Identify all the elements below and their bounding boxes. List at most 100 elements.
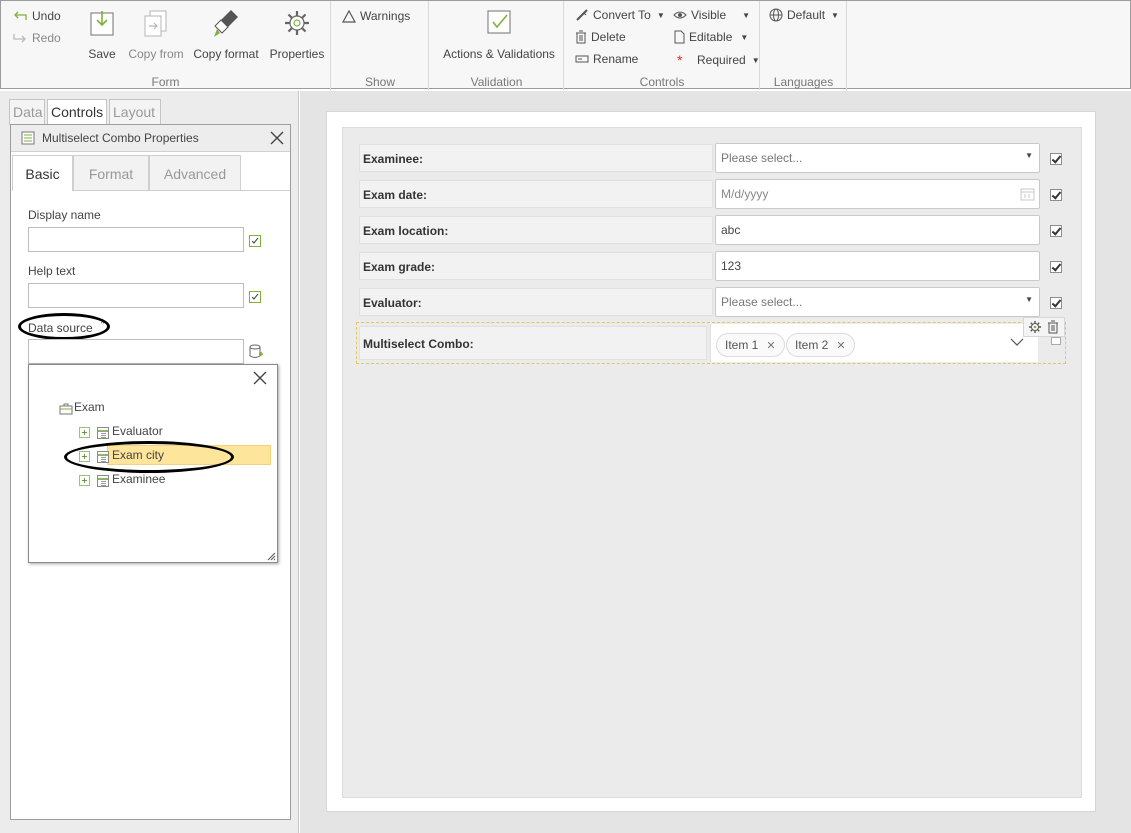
save-label: Save [88, 47, 116, 61]
remove-tag-icon[interactable]: ✕ [766, 340, 775, 352]
multiselect-combo-label: Multiselect Combo: [359, 326, 707, 360]
copy-format-button[interactable]: Copy format [191, 7, 261, 61]
examinee-value: Please select... [721, 151, 803, 165]
annotation-ellipse [18, 313, 110, 340]
undo-icon [14, 11, 27, 20]
copy-from-button[interactable]: Copy from [125, 7, 187, 61]
resize-grip-icon[interactable] [267, 552, 276, 561]
multiselect-tag[interactable]: Item 1 ✕ [716, 333, 785, 357]
table-icon [97, 427, 109, 439]
display-name-field[interactable] [28, 227, 244, 252]
expand-icon[interactable] [79, 475, 90, 486]
tab-advanced[interactable]: Advanced [149, 155, 241, 191]
tree-root-exam[interactable]: Exam [74, 400, 105, 414]
rename-button[interactable]: Rename [575, 52, 638, 66]
tab-format[interactable]: Format [73, 155, 149, 191]
expand-icon[interactable] [79, 427, 90, 438]
form-group: Undo Redo Save Copy from Copy format Pro… [1, 1, 331, 90]
globe-icon [769, 8, 783, 22]
actions-validations-button[interactable]: Actions & Validations [442, 7, 556, 61]
trash-icon[interactable] [1047, 320, 1059, 334]
exam-grade-label: Exam grade: [359, 252, 713, 280]
properties-label: Properties [269, 47, 325, 61]
control-toolbar [1023, 317, 1065, 337]
multiselect-tag[interactable]: Item 2 ✕ [786, 333, 855, 357]
show-group: Warnings Show [332, 1, 429, 90]
help-text-label: Help text [28, 264, 76, 278]
calendar-icon[interactable] [1020, 187, 1035, 201]
exam-location-field[interactable]: abc [715, 215, 1040, 245]
ruler-pencil-icon [576, 9, 588, 21]
help-text-field[interactable] [28, 283, 244, 308]
examinee-dropdown[interactable]: Please select... ▼ [715, 143, 1040, 173]
tab-basic[interactable]: Basic [12, 155, 73, 191]
visible-button[interactable]: Visible ▼ [673, 8, 750, 22]
undo-button[interactable]: Undo [12, 9, 61, 23]
exam-date-checkbox[interactable] [1050, 189, 1062, 201]
warnings-label: Warnings [360, 9, 411, 23]
warning-triangle-icon [342, 9, 356, 23]
exam-grade-value: 123 [721, 259, 742, 273]
tab-data[interactable]: Data [9, 99, 45, 125]
convert-to-button[interactable]: Convert To ▼ [575, 8, 665, 22]
exam-grade-checkbox[interactable] [1050, 261, 1062, 273]
paintbrush-icon [214, 10, 238, 37]
form-group-label: Form [151, 75, 180, 89]
tab-layout[interactable]: Layout [109, 99, 161, 125]
asterisk-icon: * [677, 52, 683, 68]
warnings-button[interactable]: Warnings [342, 9, 410, 23]
controls-group: Convert To ▼ Delete Rename Visible ▼ Edita… [565, 1, 760, 90]
remove-tag-icon[interactable]: ✕ [836, 340, 845, 352]
tab-controls[interactable]: Controls [47, 99, 107, 125]
multiselect-tag-label: Item 1 [725, 338, 759, 352]
data-source-field[interactable] [28, 339, 244, 364]
examinee-checkbox[interactable] [1050, 153, 1062, 165]
exam-grade-field[interactable]: 123 [715, 251, 1040, 281]
database-add-icon[interactable] [249, 344, 263, 360]
gear-icon[interactable] [1028, 320, 1042, 334]
editable-button[interactable]: Editable ▼ [673, 30, 748, 44]
evaluator-label: Evaluator: [359, 288, 713, 316]
resize-handle[interactable] [1051, 337, 1061, 345]
multiselect-combo-field[interactable]: Item 1 ✕ Item 2 ✕ [710, 324, 1038, 362]
chevron-down-icon: ▼ [751, 55, 760, 65]
exam-date-field[interactable]: M/d/yyyy [715, 179, 1040, 209]
tab-divider [73, 190, 290, 191]
ribbon-toolbar: Undo Redo Save Copy from Copy format Pro… [0, 0, 1131, 90]
briefcase-icon [59, 403, 73, 415]
chevron-down-icon: ▼ [1025, 151, 1033, 160]
copy-format-label: Copy format [193, 47, 259, 61]
copy-from-label: Copy from [128, 47, 184, 61]
validation-group: Actions & Validations Validation [430, 1, 564, 90]
document-edit-icon [674, 30, 685, 44]
delete-button[interactable]: Delete [575, 30, 626, 44]
tree-item-evaluator[interactable]: Evaluator [112, 424, 163, 438]
display-name-label: Display name [28, 208, 101, 222]
language-dropdown[interactable]: Default ▼ [769, 8, 839, 22]
multiselect-tag-label: Item 2 [795, 338, 829, 352]
redo-button[interactable]: Redo [12, 31, 61, 45]
actions-validations-label: Actions & Validations [443, 47, 555, 61]
close-icon[interactable] [269, 130, 285, 146]
required-button[interactable]: * Required ▼ [677, 52, 760, 68]
exam-location-checkbox[interactable] [1050, 225, 1062, 237]
evaluator-dropdown[interactable]: Please select... ▼ [715, 287, 1040, 317]
checkbox-check-icon[interactable] [249, 291, 261, 303]
examinee-label: Examinee: [359, 144, 713, 172]
chevron-down-icon: ▼ [1025, 295, 1033, 304]
trash-icon [576, 30, 586, 44]
properties-header: Multiselect Combo Properties [11, 125, 290, 152]
chevron-down-icon: ▼ [831, 10, 839, 20]
checkbox-check-icon[interactable] [249, 235, 261, 247]
visible-label: Visible [691, 8, 727, 22]
properties-button[interactable]: Properties [267, 7, 327, 61]
chevron-down-icon: ▼ [740, 32, 749, 42]
evaluator-checkbox[interactable] [1050, 297, 1062, 309]
properties-title: Multiselect Combo Properties [42, 131, 199, 145]
languages-group: Default ▼ Languages [761, 1, 847, 90]
save-button[interactable]: Save [86, 7, 118, 61]
chevron-down-icon[interactable] [1010, 338, 1024, 346]
close-icon[interactable] [252, 370, 268, 386]
tree-item-examinee[interactable]: Examinee [112, 472, 165, 486]
copy-from-icon [144, 10, 167, 37]
